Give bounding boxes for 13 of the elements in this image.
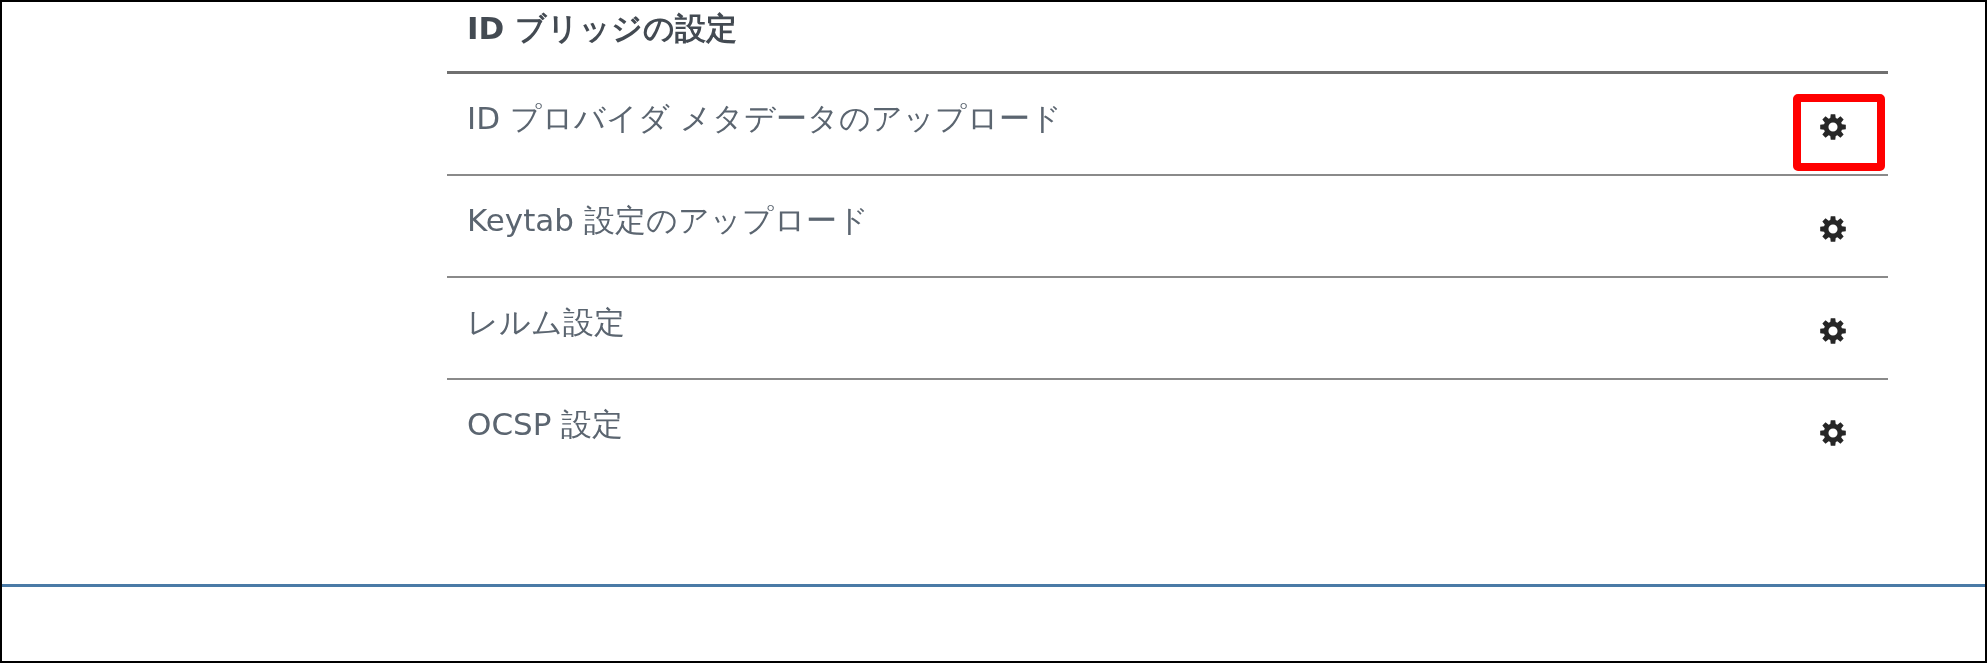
gear-icon [1820, 114, 1846, 140]
setting-label: レルム設定 [467, 303, 625, 342]
gear-icon [1820, 420, 1846, 446]
gear-icon [1820, 318, 1846, 344]
settings-button[interactable] [1818, 316, 1848, 346]
setting-label: ID プロバイダ メタデータのアップロード [467, 99, 1062, 138]
settings-button[interactable] [1818, 214, 1848, 244]
setting-label: Keytab 設定のアップロード [467, 201, 869, 240]
settings-button[interactable] [1818, 112, 1848, 142]
gear-icon [1820, 216, 1846, 242]
setting-label: OCSP 設定 [467, 405, 624, 444]
settings-button[interactable] [1818, 418, 1848, 448]
section-heading: ID ブリッジの設定 [447, 2, 1888, 74]
